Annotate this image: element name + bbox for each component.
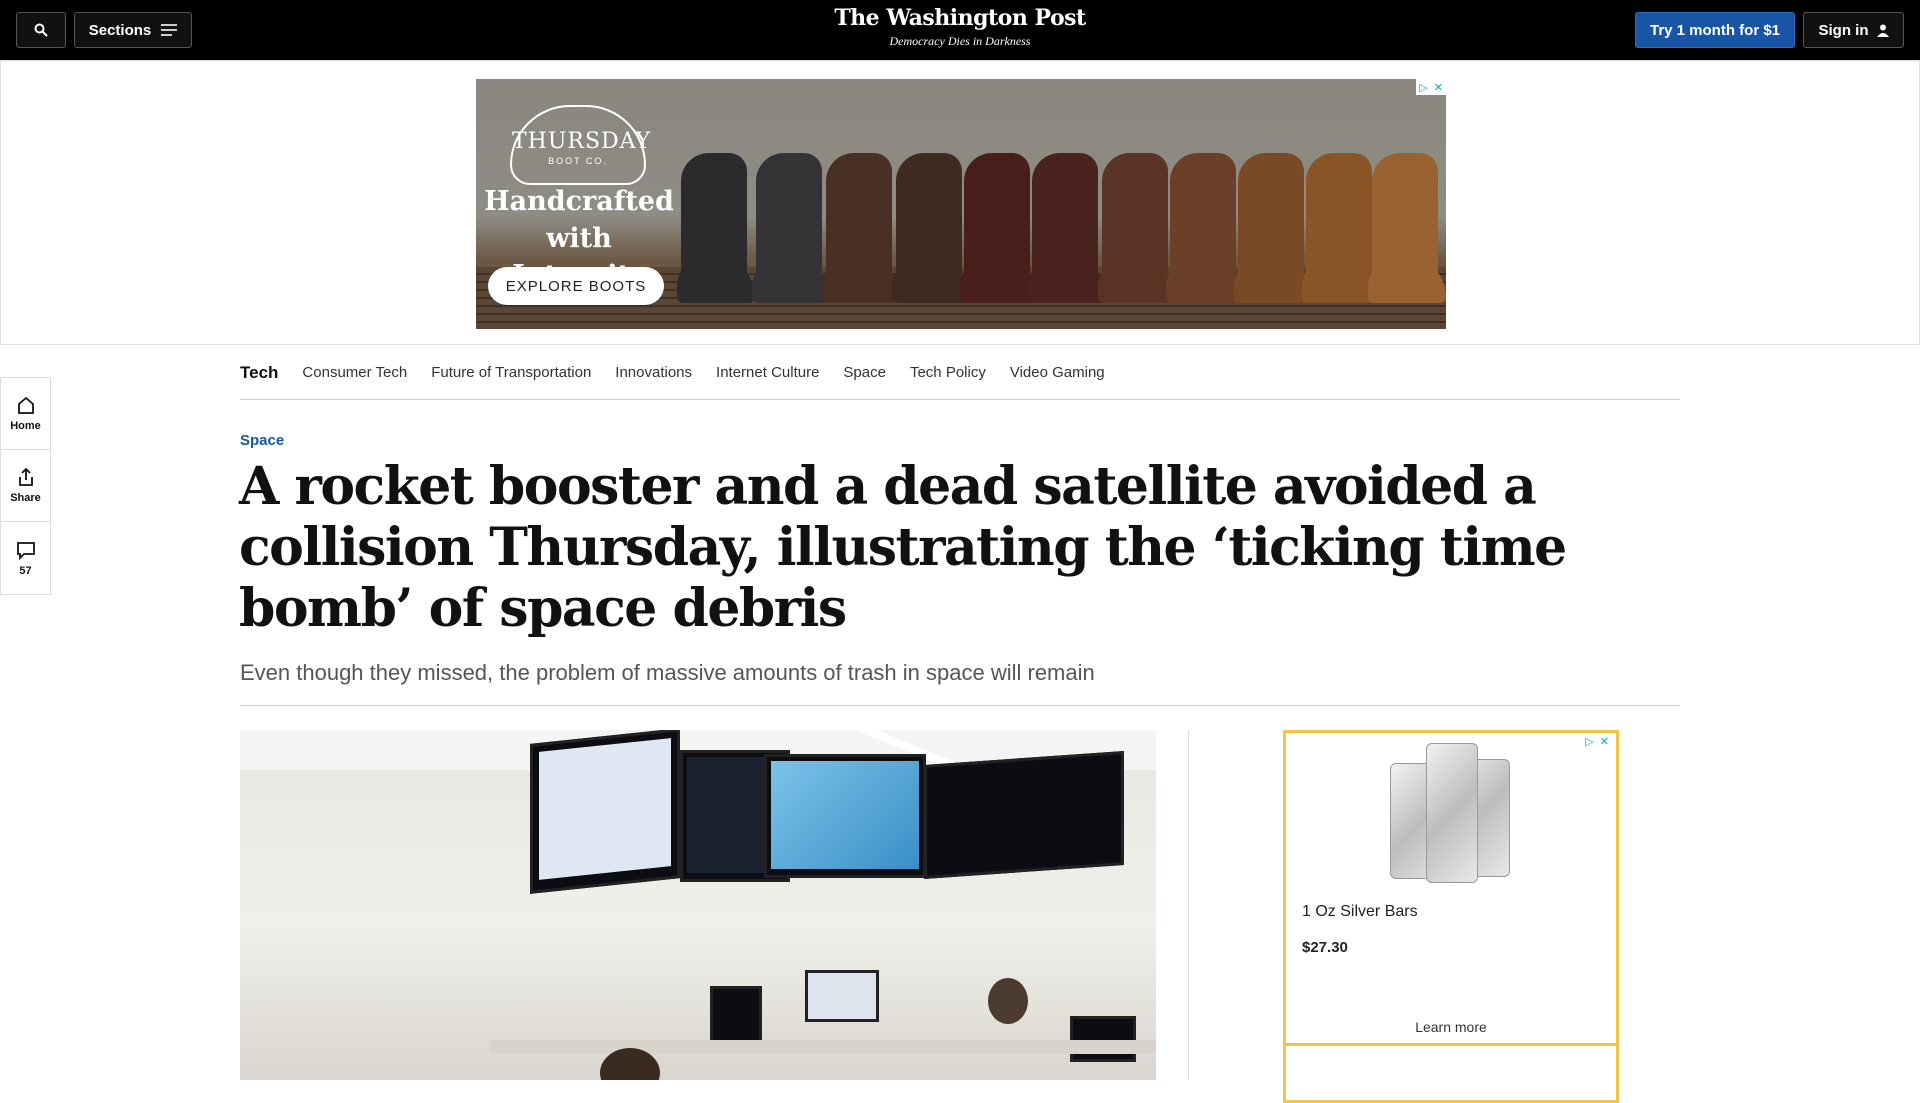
boot-image: [822, 153, 900, 303]
subnav-item-tech-policy[interactable]: Tech Policy: [910, 364, 986, 381]
left-action-rail: Home Share 57: [0, 377, 51, 595]
subnav-item-future-of-transportation[interactable]: Future of Transportation: [431, 364, 591, 381]
column-divider: [1188, 730, 1189, 1080]
home-label: Home: [10, 420, 41, 432]
sections-button[interactable]: Sections: [74, 12, 192, 48]
boot-image: [677, 153, 755, 303]
adchoices-badge[interactable]: ▷ ✕: [1582, 733, 1612, 749]
boot-image: [1166, 153, 1244, 303]
subnav-section-title[interactable]: Tech: [240, 363, 278, 383]
photo-desk-monitor: [1070, 1016, 1136, 1062]
site-logo[interactable]: The Washington Post: [760, 5, 1160, 31]
sign-in-label: Sign in: [1818, 21, 1869, 39]
photo-desk: [490, 1040, 1156, 1054]
boot-image: [1302, 153, 1380, 303]
masthead[interactable]: The Washington Post Democracy Dies in Da…: [760, 5, 1160, 49]
share-icon: [18, 467, 33, 486]
photo-desk-monitor: [805, 970, 879, 1022]
comment-icon: [16, 541, 35, 560]
adchoices-icon[interactable]: ▷: [1585, 735, 1593, 748]
close-ad-icon[interactable]: ✕: [1600, 735, 1609, 748]
subscribe-button[interactable]: Try 1 month for $1: [1635, 12, 1795, 48]
comments-count: 57: [19, 564, 32, 577]
subnav-item-video-gaming[interactable]: Video Gaming: [1010, 364, 1105, 381]
subnav-item-innovations[interactable]: Innovations: [615, 364, 692, 381]
adchoices-icon[interactable]: ▷: [1419, 81, 1427, 94]
home-button[interactable]: Home: [1, 378, 50, 450]
article-subheadline: Even though they missed, the problem of …: [240, 660, 1095, 685]
user-icon: [1876, 24, 1889, 37]
search-icon: [34, 23, 48, 37]
subnav-item-internet-culture[interactable]: Internet Culture: [716, 364, 819, 381]
boot-image: [1098, 153, 1176, 303]
photo-monitor: [924, 751, 1124, 879]
boot-image: [1368, 153, 1446, 303]
photo-monitor: [764, 754, 926, 878]
top-navigation-bar: Sections The Washington Post Democracy D…: [0, 0, 1920, 60]
home-icon: [17, 396, 34, 414]
adchoices-badge[interactable]: ▷ ✕: [1416, 79, 1446, 95]
ad-product-name[interactable]: 1 Oz Silver Bars: [1302, 903, 1418, 921]
photo-desk-monitor: [710, 986, 762, 1046]
subnav-item-space[interactable]: Space: [843, 364, 886, 381]
share-label: Share: [10, 492, 41, 504]
photo-monitor-screen: [771, 761, 919, 869]
banner-ad-container: THURSDAY BOOT CO. Handcrafted with Integ…: [0, 60, 1920, 345]
ad-product-price: $27.30: [1302, 939, 1348, 956]
article-headline: A rocket booster and a dead satellite av…: [239, 456, 1567, 639]
boot-image: [960, 153, 1038, 303]
ad-brand-sub: BOOT CO.: [548, 156, 608, 166]
silver-bars-image: [1382, 741, 1532, 891]
ad-cta-button[interactable]: EXPLORE BOOTS: [488, 267, 664, 305]
subnav-item-consumer-tech[interactable]: Consumer Tech: [302, 364, 407, 381]
comments-button[interactable]: 57: [1, 522, 50, 594]
article-kicker[interactable]: Space: [240, 432, 284, 449]
search-button[interactable]: [16, 12, 66, 48]
close-ad-icon[interactable]: ✕: [1434, 81, 1443, 94]
boot-image: [1234, 153, 1312, 303]
banner-ad[interactable]: THURSDAY BOOT CO. Handcrafted with Integ…: [476, 79, 1446, 329]
photo-person: [988, 978, 1028, 1024]
section-subnav: Tech Consumer Tech Future of Transportat…: [240, 346, 1680, 400]
sign-in-button[interactable]: Sign in: [1803, 12, 1904, 48]
sections-label: Sections: [88, 21, 152, 39]
boot-image: [752, 153, 830, 303]
lead-photo[interactable]: [240, 730, 1156, 1080]
ad-brand-logo: THURSDAY BOOT CO.: [510, 105, 652, 185]
silver-bar: [1426, 743, 1478, 883]
sidebar-ad[interactable]: 1 Oz Silver Bars $27.30 Learn more ▷ ✕: [1283, 730, 1619, 1046]
boot-image: [1028, 153, 1106, 303]
ad-brand-name: THURSDAY: [512, 129, 652, 154]
site-tagline: Democracy Dies in Darkness: [889, 34, 1031, 48]
photo-monitor: [530, 730, 680, 894]
share-button[interactable]: Share: [1, 450, 50, 522]
menu-icon: [161, 24, 178, 36]
ad-learn-more-link[interactable]: Learn more: [1286, 1019, 1616, 1035]
sidebar-ad-next[interactable]: [1283, 1043, 1619, 1103]
header-divider: [240, 705, 1680, 706]
boot-image: [892, 153, 970, 303]
photo-monitor-screen: [539, 738, 671, 880]
